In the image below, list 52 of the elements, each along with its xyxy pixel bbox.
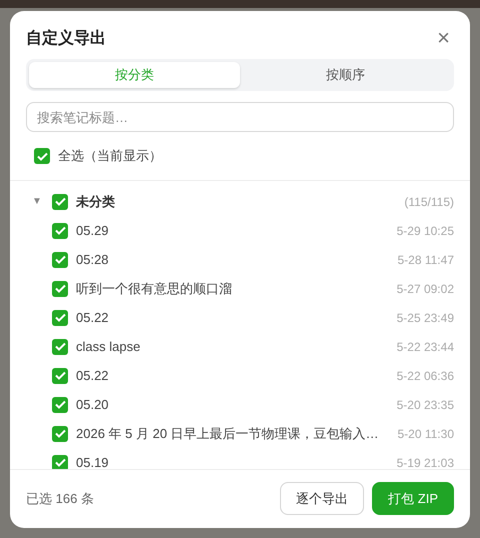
note-title: 05.20 bbox=[76, 397, 110, 412]
note-time: 5-25 23:49 bbox=[396, 310, 454, 324]
checkmark-icon bbox=[54, 284, 66, 293]
tab[interactable]: 按顺序 bbox=[240, 62, 451, 88]
dialog-title: 自定义导出 bbox=[26, 28, 106, 48]
note-time: 5-19 21:03 bbox=[396, 456, 454, 469]
checkmark-icon bbox=[54, 313, 66, 322]
group-count: (115/115) bbox=[404, 194, 454, 208]
note-time: 5-22 23:44 bbox=[396, 340, 454, 354]
checkmark-icon bbox=[54, 255, 66, 264]
tab[interactable]: 按分类 bbox=[29, 62, 240, 88]
checkmark-icon bbox=[36, 152, 48, 160]
note-title: 2026 年 5 月 20 日早上最后一节物理课，豆包输入… bbox=[76, 424, 380, 442]
checkbox[interactable] bbox=[52, 368, 68, 384]
checkmark-icon bbox=[54, 429, 66, 438]
note-time: 5-22 06:36 bbox=[396, 368, 454, 382]
checkmark-icon bbox=[54, 226, 66, 235]
checkmark-icon bbox=[54, 197, 66, 206]
select-all-label: 全选（当前显示） bbox=[58, 147, 162, 165]
zip-button[interactable]: 打包 ZIP bbox=[372, 482, 454, 515]
note-time: 5-20 11:30 bbox=[398, 426, 454, 440]
note-title: 05.29 bbox=[76, 223, 110, 238]
note-title: 听到一个很有意思的顺口溜 bbox=[76, 280, 233, 298]
note-title: 05.19 bbox=[76, 455, 110, 469]
note-title: 05:28 bbox=[76, 252, 110, 267]
note-time: 5-27 09:02 bbox=[396, 282, 454, 296]
selected-count: 已选 166 条 bbox=[26, 490, 94, 508]
export-button[interactable]: 逐个导出 bbox=[280, 482, 364, 515]
note-title: 05.22 bbox=[76, 368, 110, 383]
note-time: 5-28 11:47 bbox=[398, 252, 454, 266]
note-time: 5-29 10:25 bbox=[396, 224, 454, 238]
collapse-toggle[interactable]: ▼ bbox=[32, 196, 44, 207]
group-name: 未分类 bbox=[76, 192, 116, 210]
checkbox[interactable] bbox=[52, 252, 68, 268]
checkbox[interactable] bbox=[52, 194, 68, 210]
checkbox[interactable] bbox=[52, 426, 68, 442]
checkbox[interactable] bbox=[52, 338, 68, 354]
checkbox[interactable] bbox=[52, 310, 68, 326]
checkbox[interactable] bbox=[52, 454, 68, 469]
checkbox[interactable] bbox=[34, 148, 50, 164]
close-button[interactable]: × bbox=[433, 27, 454, 49]
note-title: class lapse bbox=[76, 339, 142, 354]
checkbox[interactable] bbox=[52, 280, 68, 296]
search-field[interactable]: 搜索笔记标题… bbox=[26, 102, 454, 132]
checkbox[interactable] bbox=[52, 396, 68, 412]
checkbox[interactable] bbox=[52, 222, 68, 238]
checkmark-icon bbox=[54, 342, 66, 351]
note-time: 5-20 23:35 bbox=[396, 398, 454, 412]
checkmark-icon bbox=[54, 371, 66, 380]
note-title: 05.22 bbox=[76, 310, 110, 325]
checkmark-icon bbox=[54, 458, 66, 467]
checkmark-icon bbox=[54, 400, 66, 409]
